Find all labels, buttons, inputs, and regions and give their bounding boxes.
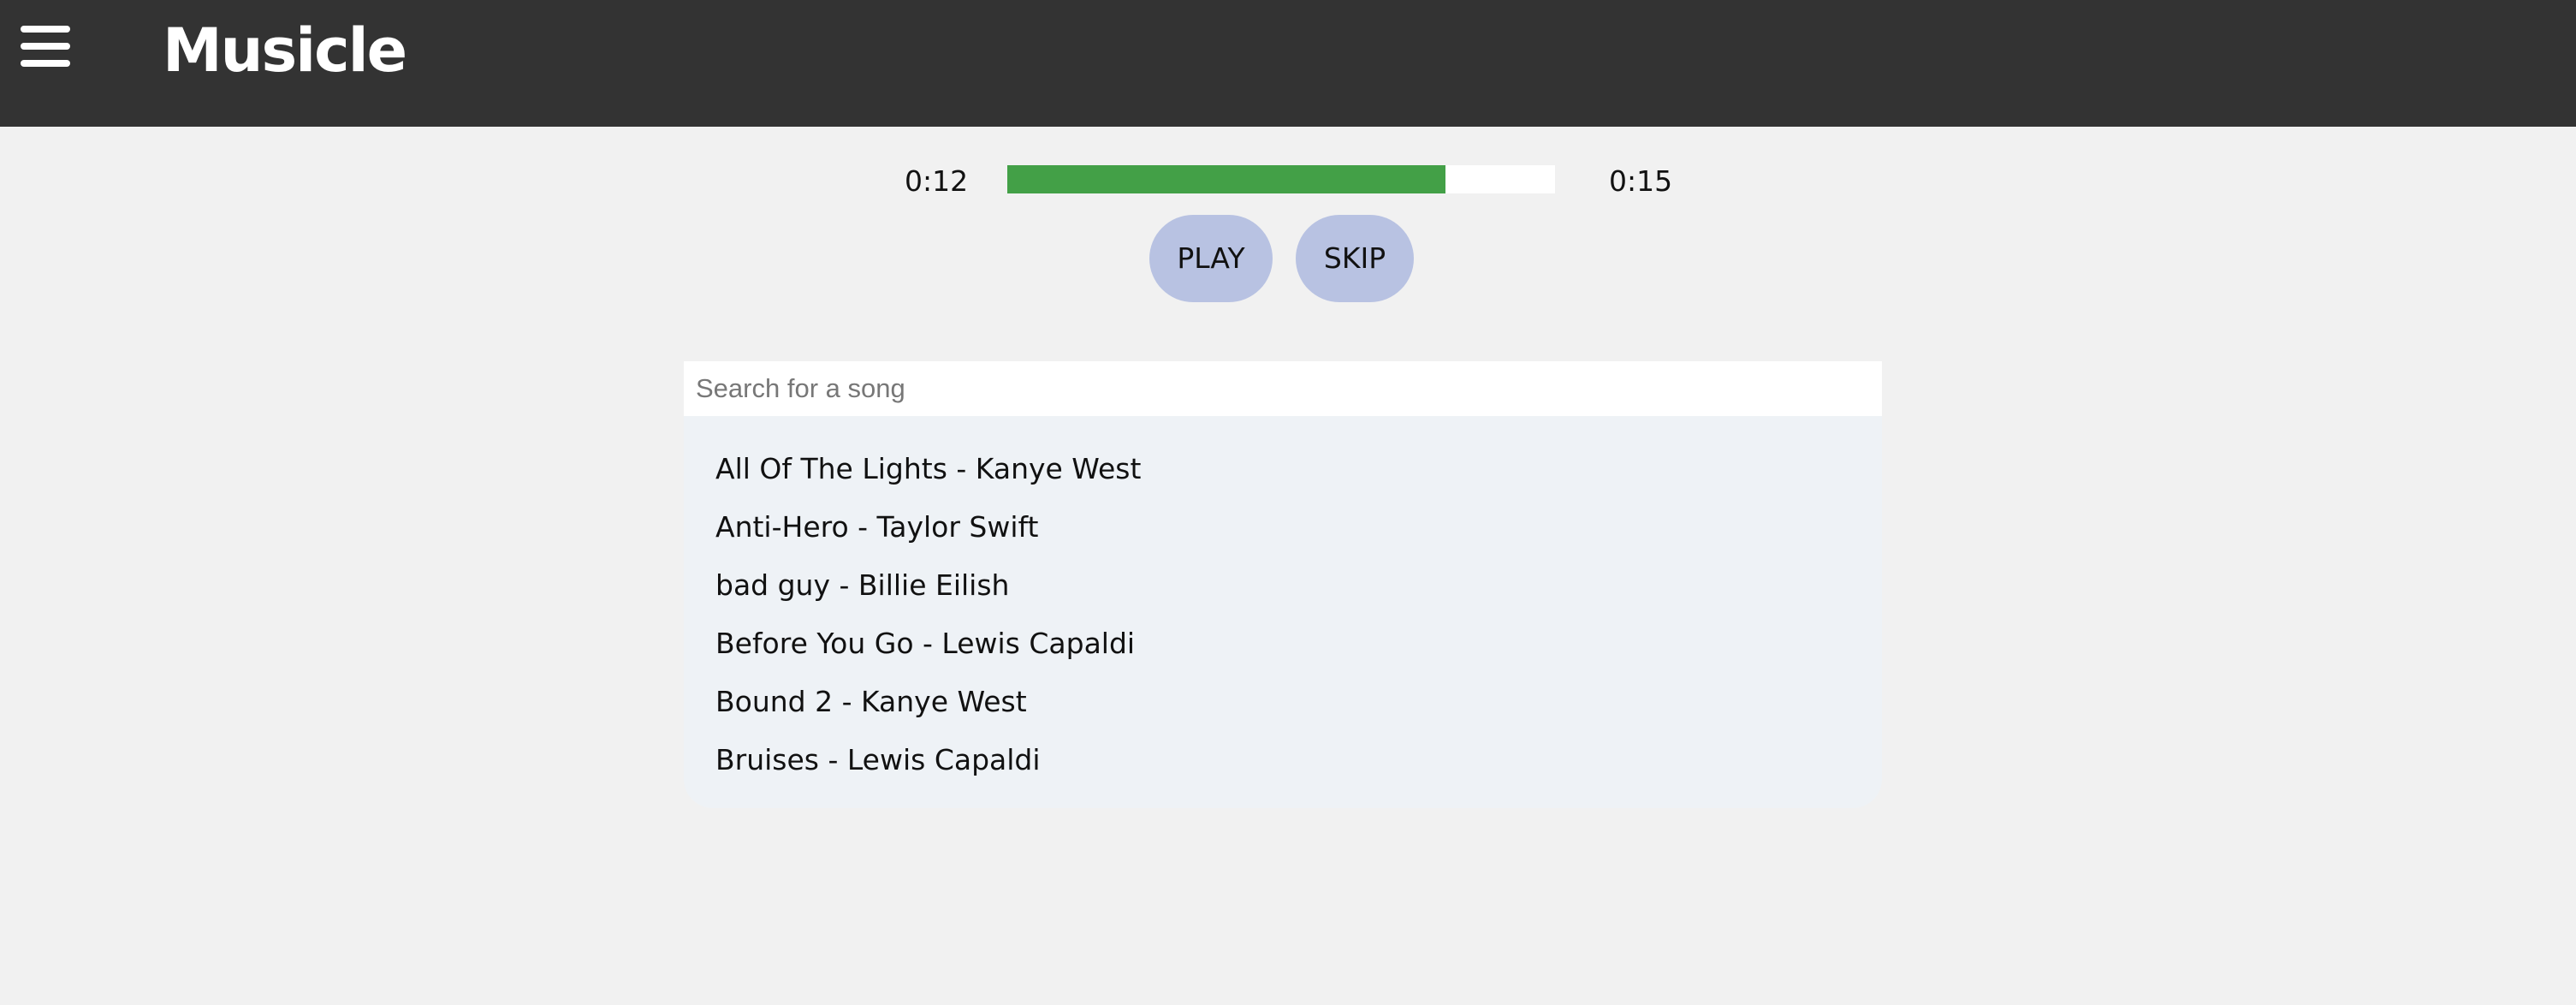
song-item[interactable]: Bound 2 - Kanye West (715, 673, 1141, 731)
app-title: Musicle (163, 15, 407, 86)
top-bar: Musicle (0, 0, 2576, 127)
search-panel: All Of The Lights - Kanye WestAnti-Hero … (684, 361, 1882, 808)
song-list: All Of The Lights - Kanye West Anti-Hero … (715, 440, 1141, 789)
song-item[interactable]: bad guy - Billie Eilish (715, 556, 1141, 615)
song-item[interactable]: Anti-Hero - Taylor Swift (715, 498, 1141, 556)
menu-line (21, 26, 70, 33)
menu-line (21, 60, 70, 67)
current-time: 0:12 (905, 164, 969, 198)
skip-button[interactable]: SKIP (1296, 215, 1414, 302)
progress-bar-fill (1007, 165, 1445, 193)
song-item[interactable]: All Of The Lights - Kanye West (715, 440, 1141, 498)
menu-line (21, 43, 70, 50)
progress-bar (1007, 165, 1555, 193)
song-item[interactable]: Before You Go - Lewis Capaldi (715, 615, 1141, 673)
hamburger-menu-icon[interactable] (21, 22, 72, 70)
total-time: 0:15 (1609, 164, 1673, 198)
play-button[interactable]: PLAY (1149, 215, 1273, 302)
search-input[interactable] (684, 361, 1882, 416)
song-item[interactable]: Bruises - Lewis Capaldi (715, 731, 1141, 789)
